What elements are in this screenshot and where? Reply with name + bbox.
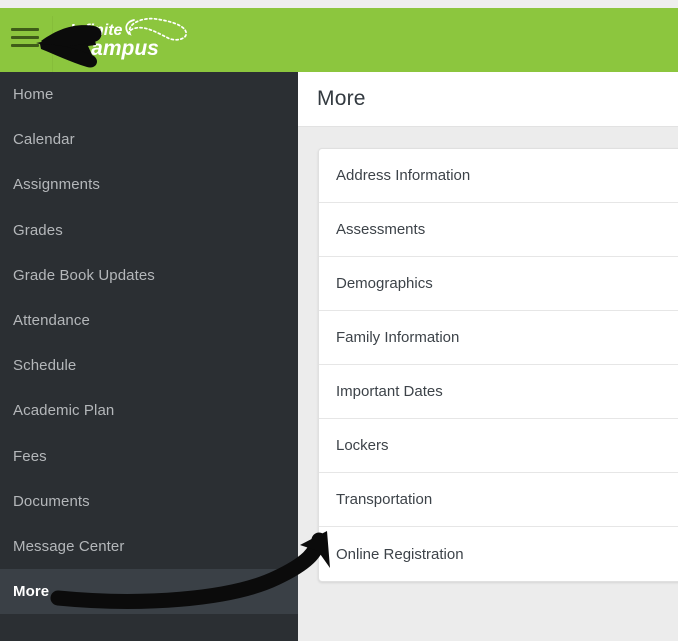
sidebar-item-calendar[interactable]: Calendar — [0, 117, 298, 162]
list-item-label: Family Information — [336, 329, 460, 346]
sidebar-item-label: Schedule — [13, 357, 77, 375]
sidebar-item-grades[interactable]: Grades — [0, 208, 298, 253]
list-item-important-dates[interactable]: Important Dates — [319, 365, 678, 419]
page-title-bar: More — [298, 72, 678, 127]
sidebar-item-label: Academic Plan — [13, 402, 115, 420]
sidebar-item-label: Assignments — [13, 176, 100, 194]
sidebar-item-label: Calendar — [13, 131, 75, 149]
list-item-transportation[interactable]: Transportation — [319, 473, 678, 527]
sidebar-item-label: Message Center — [13, 537, 125, 555]
sidebar-item-attendance[interactable]: Attendance — [0, 298, 298, 343]
infinite-campus-logo[interactable]: Infinite Campus — [68, 14, 193, 62]
list-item-demographics[interactable]: Demographics — [319, 257, 678, 311]
list-item-label: Demographics — [336, 275, 433, 292]
logo-text-campus: Campus — [76, 37, 159, 60]
header-divider — [52, 16, 53, 80]
main-content: More Address Information Assessments Dem… — [298, 72, 678, 641]
sidebar-item-documents[interactable]: Documents — [0, 479, 298, 524]
page-title: More — [317, 87, 366, 110]
list-item-label: Transportation — [336, 491, 433, 508]
list-item-online-registration[interactable]: Online Registration — [319, 527, 678, 581]
sidebar-item-label: Grade Book Updates — [13, 266, 155, 284]
sidebar-item-more[interactable]: More — [0, 569, 298, 615]
sidebar-item-grade-book-updates[interactable]: Grade Book Updates — [0, 253, 298, 298]
hamburger-bar-2 — [11, 36, 39, 39]
sidebar-item-academic-plan[interactable]: Academic Plan — [0, 388, 298, 433]
sidebar-item-label: More — [13, 583, 50, 601]
list-item-lockers[interactable]: Lockers — [319, 419, 678, 473]
sidebar-item-message-center[interactable]: Message Center — [0, 524, 298, 569]
list-item-label: Address Information — [336, 167, 471, 184]
sidebar-item-label: Home — [13, 86, 54, 104]
list-item-label: Online Registration — [336, 545, 464, 563]
list-item-address-information[interactable]: Address Information — [319, 149, 678, 203]
sidebar-item-label: Grades — [13, 221, 63, 239]
browser-top-strip — [0, 0, 678, 8]
list-item-label: Assessments — [336, 221, 426, 238]
sidebar-item-fees[interactable]: Fees — [0, 434, 298, 479]
list-item-label: Lockers — [336, 437, 389, 454]
sidebar-nav[interactable]: Home Calendar Assignments Grades Grade B… — [0, 72, 298, 641]
app-window: Infinite Campus Home Calendar Assignment… — [0, 0, 678, 641]
hamburger-icon[interactable] — [11, 28, 39, 48]
list-item-family-information[interactable]: Family Information — [319, 311, 678, 365]
more-options-card: Address Information Assessments Demograp… — [318, 148, 678, 582]
list-item-label: Important Dates — [336, 383, 443, 400]
hamburger-bar-1 — [11, 28, 39, 31]
hamburger-bar-3 — [11, 44, 39, 47]
sidebar-item-label: Fees — [13, 447, 47, 465]
sidebar-item-schedule[interactable]: Schedule — [0, 343, 298, 388]
sidebar-item-label: Documents — [13, 492, 90, 510]
sidebar-item-home[interactable]: Home — [0, 72, 298, 117]
sidebar-item-assignments[interactable]: Assignments — [0, 162, 298, 207]
sidebar-item-label: Attendance — [13, 312, 90, 330]
list-item-assessments[interactable]: Assessments — [319, 203, 678, 257]
